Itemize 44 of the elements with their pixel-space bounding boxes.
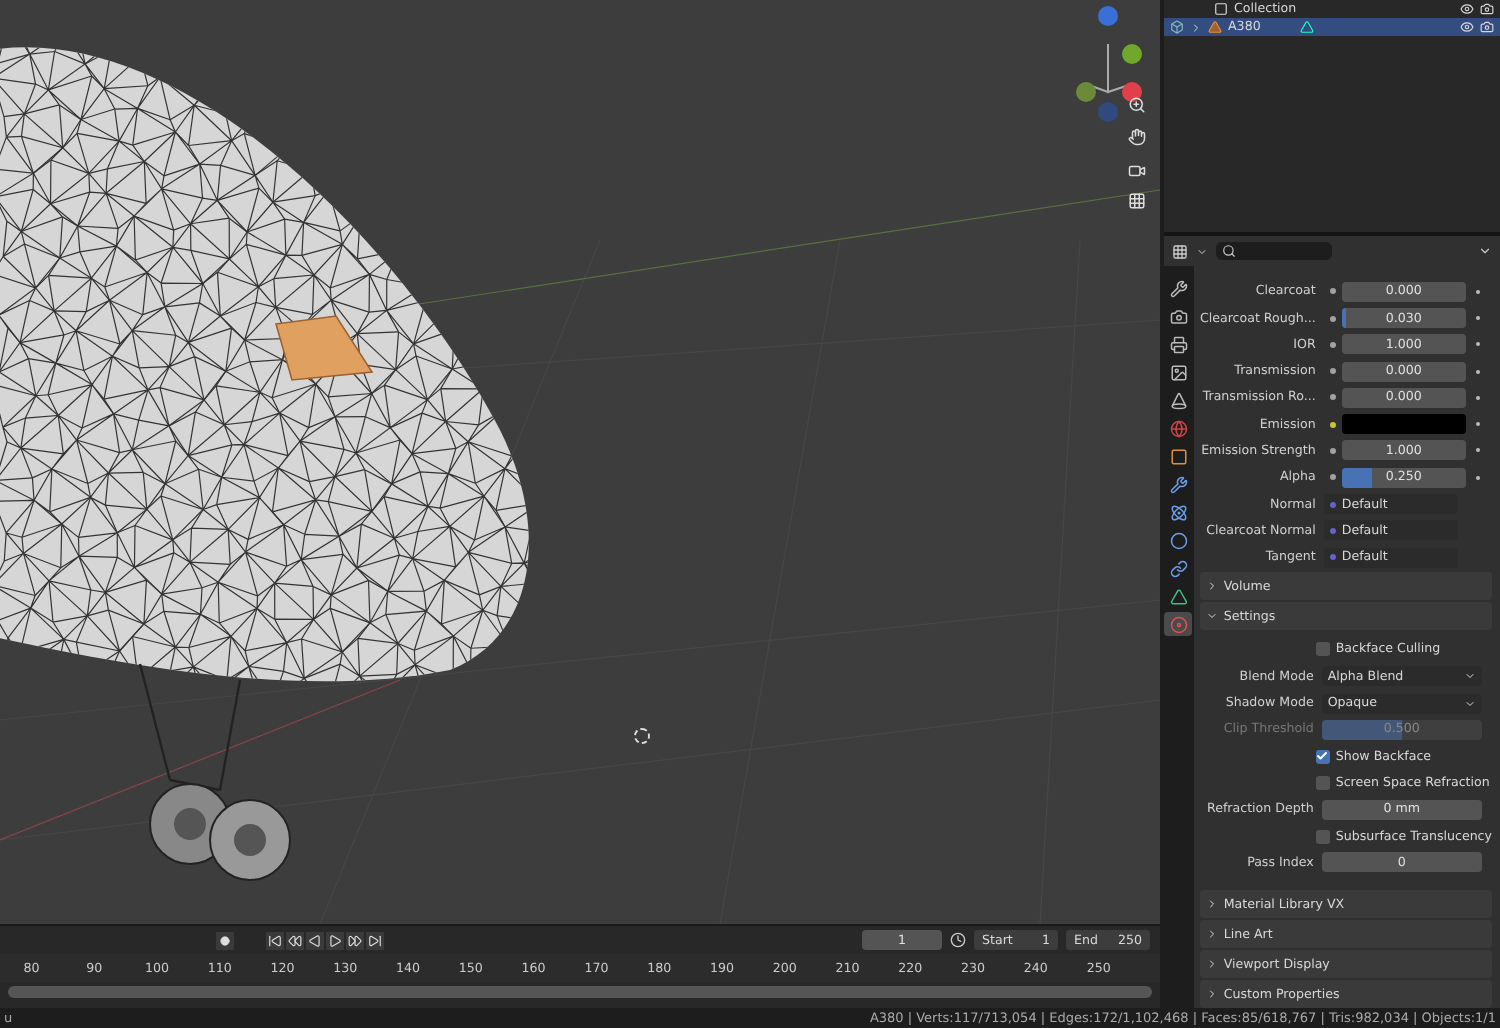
hand-icon[interactable] (1126, 126, 1148, 148)
checkbox[interactable] (1315, 642, 1330, 657)
next-keyframe-button[interactable] (346, 931, 364, 949)
caret-icon[interactable] (1196, 245, 1208, 258)
object-icon (1208, 20, 1222, 34)
checkbox[interactable] (1315, 749, 1330, 764)
jump-start-button[interactable] (266, 931, 284, 949)
zoom-icon[interactable] (1126, 94, 1148, 116)
3d-cursor-icon[interactable] (634, 728, 650, 744)
chevron-icon (1205, 898, 1218, 910)
checkbox[interactable] (1315, 829, 1330, 844)
mesh-data-icon (1300, 20, 1314, 34)
play-reverse-button[interactable] (306, 931, 324, 949)
chevron-icon (1205, 988, 1218, 1000)
chevron-icon (1205, 958, 1218, 970)
record-button[interactable] (216, 931, 234, 949)
checkbox[interactable] (1315, 775, 1330, 790)
stopwatch-icon[interactable] (950, 932, 966, 948)
render-camera-icon[interactable] (1480, 20, 1494, 34)
chevron-icon (1205, 610, 1218, 623)
caret-icon (1463, 697, 1476, 710)
color-swatch[interactable] (1341, 414, 1466, 435)
collection-icon (1214, 2, 1228, 16)
editor-type-icon[interactable] (1172, 243, 1188, 260)
caret-icon (1463, 670, 1476, 683)
search-icon (1222, 244, 1236, 259)
jump-end-button[interactable] (366, 931, 384, 949)
chevron-icon (1205, 928, 1218, 940)
play-button[interactable] (326, 931, 344, 949)
visibility-icon[interactable] (1460, 2, 1474, 16)
material-tab[interactable] (1164, 612, 1193, 637)
timeline-scrollbar[interactable] (8, 986, 1152, 998)
options-caret-icon[interactable] (1478, 244, 1492, 259)
render-camera-icon[interactable] (1480, 2, 1494, 16)
camera-icon[interactable] (1126, 160, 1148, 182)
visibility-icon[interactable] (1460, 20, 1474, 34)
3d-viewport[interactable] (0, 0, 1160, 924)
airplane-mesh-drawing[interactable] (0, 47, 529, 881)
grid-icon[interactable] (1126, 190, 1148, 212)
expand-icon[interactable] (1190, 21, 1202, 33)
chevron-icon (1205, 580, 1218, 593)
search-field[interactable] (1216, 242, 1332, 261)
previous-keyframe-button[interactable] (286, 931, 304, 949)
navigation-gizmo-icon[interactable] (1076, 6, 1142, 122)
